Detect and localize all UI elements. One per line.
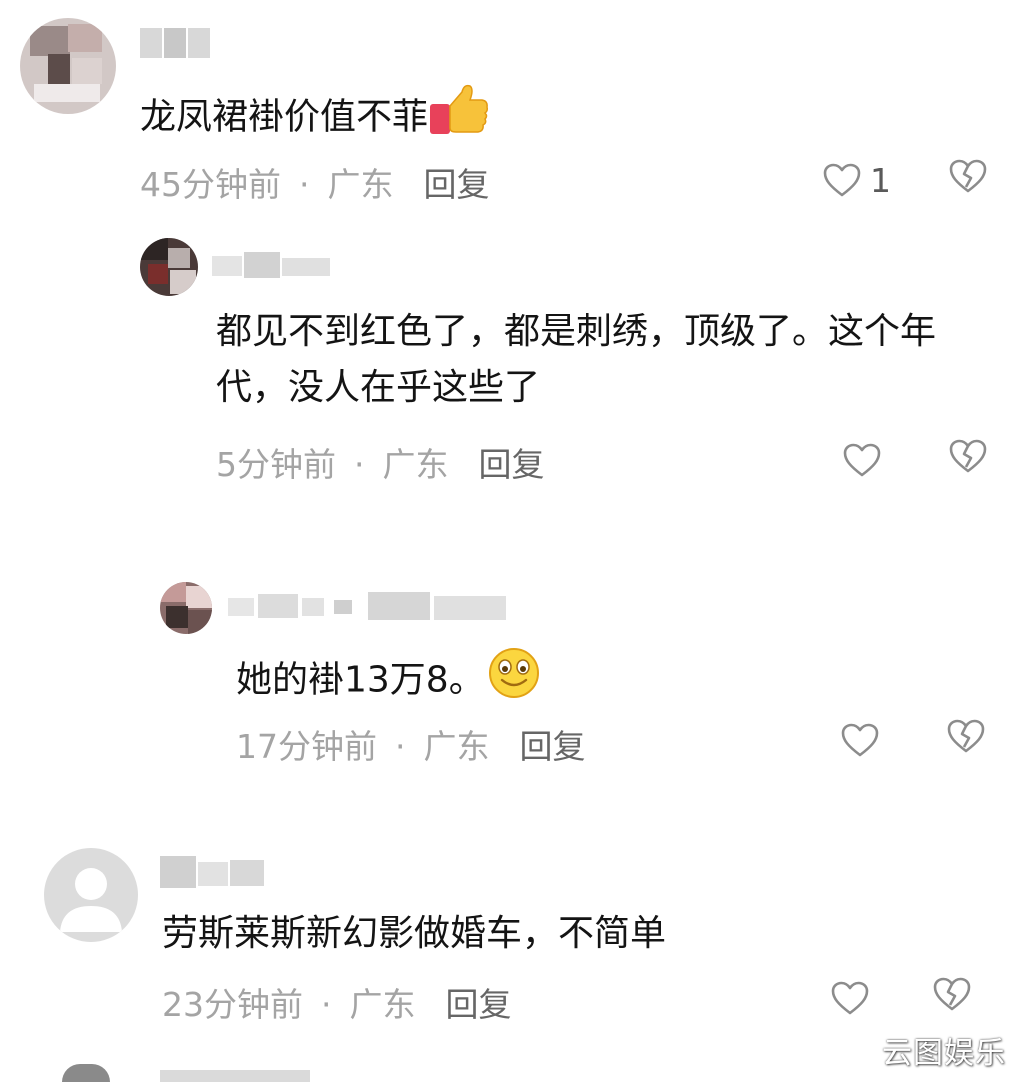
location: 广东 bbox=[349, 985, 416, 1024]
username-blurred-partial bbox=[160, 1070, 310, 1082]
heart-outline-icon bbox=[840, 722, 880, 758]
broken-heart-icon bbox=[948, 158, 992, 194]
dislike-button[interactable] bbox=[948, 158, 992, 202]
avatar-partial[interactable] bbox=[62, 1064, 110, 1082]
heart-outline-icon bbox=[822, 162, 862, 198]
username-blurred[interactable] bbox=[160, 856, 264, 888]
reply-button[interactable]: 回复 bbox=[520, 727, 586, 766]
separator: · bbox=[321, 985, 332, 1024]
like-button[interactable] bbox=[830, 976, 894, 1020]
username-blurred[interactable] bbox=[212, 252, 332, 280]
separator: · bbox=[354, 445, 365, 484]
reply-button[interactable]: 回复 bbox=[424, 165, 490, 204]
default-user-icon bbox=[60, 868, 122, 932]
broken-heart-icon bbox=[946, 718, 990, 754]
timestamp: 45分钟前 bbox=[140, 165, 281, 204]
timestamp: 23分钟前 bbox=[162, 985, 303, 1024]
avatar[interactable] bbox=[160, 582, 212, 634]
watermark: 云图娱乐 bbox=[882, 1036, 1006, 1071]
timestamp: 5分钟前 bbox=[216, 445, 336, 484]
like-button[interactable] bbox=[840, 718, 904, 762]
dislike-button[interactable] bbox=[948, 438, 992, 482]
comment-text: 劳斯莱斯新幻影做婚车，不简单 bbox=[162, 913, 667, 954]
like-count: 1 bbox=[870, 160, 891, 200]
heart-outline-icon bbox=[830, 980, 870, 1016]
comment-text: 她的褂13万8。 bbox=[236, 646, 543, 717]
heart-outline-icon bbox=[842, 442, 882, 478]
comment-4: 劳斯莱斯新幻影做婚车，不简单 23分钟前 · 广东 回复 bbox=[0, 0, 1031, 1024]
broken-heart-icon bbox=[932, 976, 976, 1012]
comment-meta: 17分钟前 · 广东 回复 bbox=[236, 720, 586, 768]
dislike-button[interactable] bbox=[946, 718, 990, 762]
comment-text: 龙凤裙褂价值不菲 bbox=[140, 82, 490, 155]
reply-button[interactable]: 回复 bbox=[479, 445, 545, 484]
avatar[interactable] bbox=[20, 18, 116, 114]
comment-meta: 5分钟前 · 广东 回复 bbox=[216, 438, 545, 486]
timestamp: 17分钟前 bbox=[236, 727, 377, 766]
avatar[interactable] bbox=[140, 238, 198, 296]
comment-meta: 23分钟前 · 广东 回复 bbox=[162, 978, 512, 1026]
username-blurred[interactable] bbox=[228, 592, 508, 622]
comment-text: 都见不到红色了，都是刺绣，顶级了。这个年 代，没人在乎这些了 bbox=[216, 311, 937, 408]
smiley-emoji-icon bbox=[485, 646, 543, 717]
like-button[interactable]: 1 bbox=[822, 158, 891, 202]
location: 广东 bbox=[382, 445, 449, 484]
separator: · bbox=[395, 727, 406, 766]
separator: · bbox=[299, 165, 310, 204]
avatar[interactable] bbox=[44, 848, 138, 942]
like-button[interactable] bbox=[842, 438, 906, 482]
comment-meta: 45分钟前 · 广东 回复 bbox=[140, 158, 490, 206]
dislike-button[interactable] bbox=[932, 976, 976, 1020]
thumbs-up-emoji-icon bbox=[428, 82, 490, 155]
username-blurred[interactable] bbox=[140, 28, 210, 58]
broken-heart-icon bbox=[948, 438, 992, 474]
location: 广东 bbox=[423, 727, 490, 766]
reply-button[interactable]: 回复 bbox=[446, 985, 512, 1024]
location: 广东 bbox=[327, 165, 394, 204]
